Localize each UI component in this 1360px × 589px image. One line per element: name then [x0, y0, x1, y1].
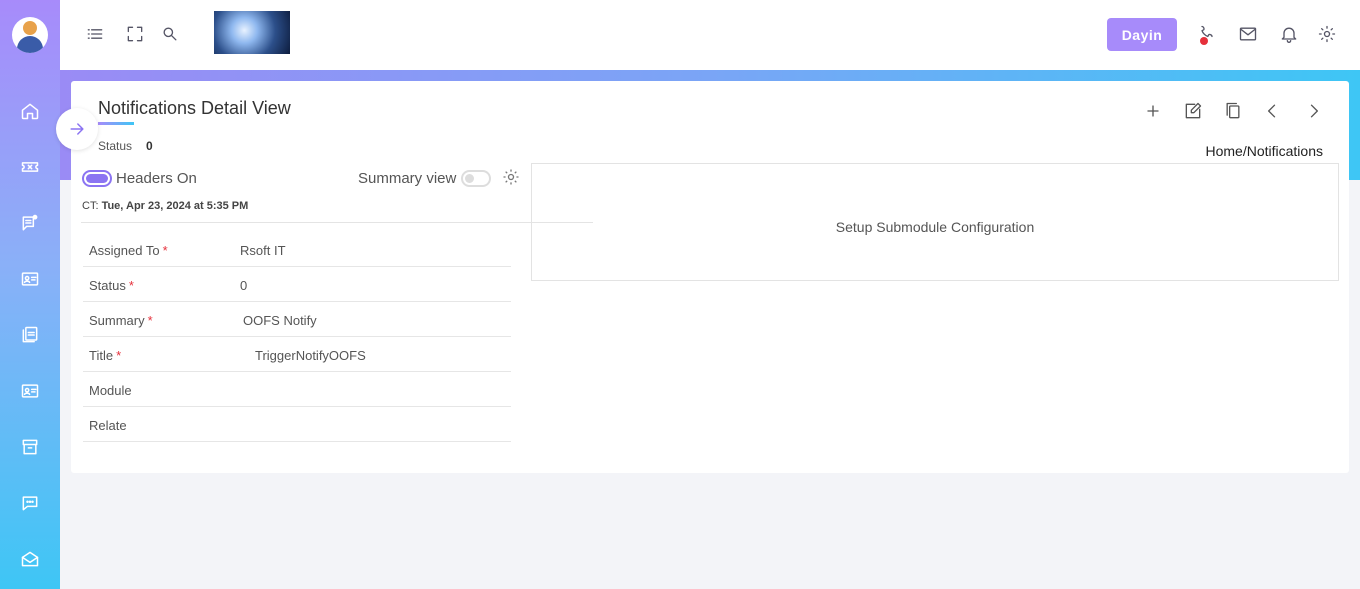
ticket-icon[interactable] — [18, 155, 42, 179]
add-icon[interactable] — [1141, 99, 1165, 123]
field-value[interactable]: TriggerNotifyOOFS — [255, 348, 366, 363]
panel-settings-gear-icon[interactable] — [501, 167, 523, 189]
detail-card: Notifications Detail View Status 0 Home/… — [71, 81, 1349, 473]
field-label-text: Relate — [89, 418, 127, 433]
field-value[interactable]: OOFS Notify — [243, 313, 317, 328]
field-row-relate: Relate — [83, 407, 511, 442]
status-label: Status — [98, 139, 133, 153]
field-label: Status * — [89, 278, 134, 293]
page-title: Notifications Detail View — [98, 98, 291, 118]
required-marker: * — [162, 243, 168, 258]
summary-toggle-knob — [465, 174, 474, 183]
pdf-docs-icon[interactable] — [18, 323, 42, 347]
logo[interactable] — [214, 11, 290, 54]
edit-icon[interactable] — [1181, 99, 1205, 123]
divider — [81, 222, 593, 223]
field-label: Title * — [89, 348, 121, 363]
headers-toggle-label: Headers On — [116, 170, 197, 187]
phone-status-dot — [1200, 37, 1208, 45]
required-marker: * — [116, 348, 122, 363]
search-icon[interactable] — [158, 22, 182, 46]
chat-icon[interactable] — [18, 491, 42, 515]
headers-toggle[interactable] — [82, 170, 112, 187]
expand-panel-button[interactable] — [56, 108, 98, 150]
field-label: Summary * — [89, 313, 153, 328]
avatar[interactable] — [12, 17, 48, 53]
top-bar: Dayin — [60, 0, 1360, 70]
chevron-left-icon[interactable] — [1260, 99, 1284, 123]
notes-icon[interactable] — [18, 211, 42, 235]
home-icon[interactable] — [18, 99, 42, 123]
field-value[interactable]: 0 — [240, 278, 247, 293]
arrow-right-icon — [70, 123, 84, 135]
chevron-right-icon[interactable] — [1302, 99, 1326, 123]
created-time-prefix: CT: — [82, 200, 102, 212]
headers-toggle-fill — [86, 174, 108, 183]
id-card-icon[interactable] — [18, 379, 42, 403]
submodule-config-text: Setup Submodule Configuration — [835, 219, 1035, 235]
contact-card-icon[interactable] — [18, 267, 42, 291]
bell-icon[interactable] — [1277, 22, 1301, 46]
breadcrumb[interactable]: Home/Notifications — [1206, 143, 1324, 159]
status-value: 0 — [146, 139, 153, 153]
field-row-title: Title * TriggerNotifyOOFS — [83, 337, 511, 372]
archive-icon[interactable] — [18, 435, 42, 459]
field-row-module: Module — [83, 372, 511, 407]
field-label: Relate — [89, 418, 127, 433]
mail-open-icon[interactable] — [18, 547, 42, 571]
menu-icon[interactable] — [83, 22, 107, 46]
field-row-status: Status * 0 — [83, 267, 511, 302]
field-label-text: Status — [89, 278, 126, 293]
field-label-text: Summary — [89, 313, 145, 328]
field-row-summary: Summary * OOFS Notify — [83, 302, 511, 337]
copy-icon[interactable] — [1221, 99, 1245, 123]
title-underline — [98, 122, 134, 125]
required-marker: * — [147, 313, 153, 328]
summary-view-toggle[interactable] — [461, 170, 491, 187]
summary-view-label: Summary view — [358, 170, 457, 187]
fullscreen-icon[interactable] — [123, 22, 147, 46]
field-label-text: Module — [89, 383, 132, 398]
field-label-text: Title — [89, 348, 114, 363]
field-label-text: Assigned To — [89, 243, 160, 258]
user-button[interactable]: Dayin — [1107, 18, 1177, 51]
field-row-assigned-to: Assigned To * Rsoft IT — [83, 232, 511, 267]
field-label: Assigned To * — [89, 243, 168, 258]
avatar-body — [17, 36, 43, 53]
created-time-value: Tue, Apr 23, 2024 at 5:35 PM — [101, 200, 249, 212]
avatar-head — [23, 21, 37, 35]
mail-icon[interactable] — [1236, 22, 1260, 46]
submodule-config-box[interactable]: Setup Submodule Configuration — [531, 163, 1339, 281]
created-time: CT: Tue, Apr 23, 2024 at 5:35 PM — [82, 200, 248, 212]
sidebar — [0, 0, 60, 589]
gear-icon[interactable] — [1315, 22, 1339, 46]
required-marker: * — [128, 278, 134, 293]
field-value[interactable]: Rsoft IT — [240, 243, 286, 258]
field-label: Module — [89, 383, 132, 398]
